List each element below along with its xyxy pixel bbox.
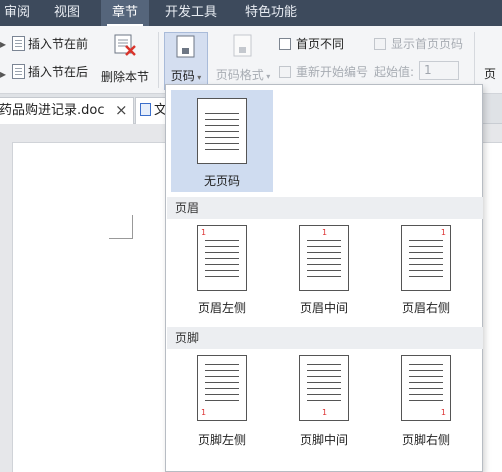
insert-section-after-button[interactable]: 插入节在后	[12, 61, 88, 83]
insert-section-before-button[interactable]: 插入节在前	[12, 33, 88, 55]
menu-view[interactable]: 视图	[44, 0, 90, 26]
header-left-option[interactable]: 1 页眉左侧	[171, 221, 273, 321]
header-right-option[interactable]: 1 页眉右侧	[375, 221, 477, 321]
menu-review[interactable]: 审阅	[0, 0, 34, 26]
menu-special-features[interactable]: 特色功能	[236, 0, 306, 26]
header-left-label: 页眉左侧	[197, 301, 246, 315]
ribbon-separator	[474, 32, 475, 88]
page-number-icon	[176, 35, 196, 59]
show-first-page-number-label: 显示首页页码	[391, 37, 464, 51]
footer-right-option[interactable]: 1 页脚右侧	[375, 351, 477, 451]
restart-numbering-label: 重新开始编号	[296, 65, 369, 79]
close-tab-icon[interactable]: ×	[115, 98, 128, 123]
page-number-format-label: 页码格式 ▾	[215, 68, 271, 82]
header-right-thumbnail: 1	[401, 225, 451, 291]
ribbon-left-arrow-icon: ▸	[0, 37, 7, 51]
insert-section-before-label: 插入节在前	[28, 37, 89, 51]
no-page-number-option[interactable]: 无页码	[171, 90, 273, 192]
first-page-different-label: 首页不同	[296, 37, 345, 51]
checkbox-box	[374, 38, 386, 50]
page-number-label: 页码 ▾	[170, 69, 202, 83]
page-number-dropdown: 无页码 页眉 1 页眉左侧 1 页眉中间 1 页眉右侧 页脚 1 页脚左侧 1 …	[165, 84, 483, 472]
ribbon-separator	[158, 32, 159, 88]
delete-section-icon	[113, 32, 137, 56]
header-right-label: 页眉右侧	[401, 301, 450, 315]
show-first-page-number-checkbox[interactable]: 显示首页页码	[374, 35, 463, 53]
menu-bar: 审阅 视图 章节 开发工具 特色功能	[0, 0, 502, 26]
menu-developer-tools[interactable]: 开发工具	[158, 0, 224, 26]
page-number-button[interactable]: 页码 ▾	[164, 32, 208, 90]
document-tab[interactable]: 药品购进记录.doc ×	[0, 97, 134, 124]
footer-center-label: 页脚中间	[299, 433, 348, 447]
checkbox-box	[279, 38, 291, 50]
footer-left-label: 页脚左侧	[197, 433, 246, 447]
first-page-different-checkbox[interactable]: 首页不同	[279, 35, 344, 53]
page-number-format-icon	[233, 34, 253, 58]
menu-section[interactable]: 章节	[101, 0, 149, 26]
footer-center-option[interactable]: 1 页脚中间	[273, 351, 375, 451]
ribbon-right-cut-label[interactable]: 页	[484, 63, 496, 85]
start-value-input[interactable]: 1	[419, 61, 459, 80]
footer-left-thumbnail: 1	[197, 355, 247, 421]
footer-center-thumbnail: 1	[299, 355, 349, 421]
document-tab-title: 药品购进记录.doc	[0, 103, 105, 118]
footer-right-label: 页脚右侧	[401, 433, 450, 447]
no-page-number-thumbnail	[197, 98, 247, 164]
checkbox-box	[279, 66, 291, 78]
restart-numbering-checkbox[interactable]: 重新开始编号	[279, 63, 368, 81]
no-page-number-label: 无页码	[203, 174, 240, 188]
footer-section-title: 页脚	[167, 327, 483, 349]
delete-section-label: 删除本节	[100, 70, 149, 84]
insert-section-after-label: 插入节在后	[28, 65, 89, 79]
ribbon-left-arrow-icon-2: ▸	[0, 67, 7, 81]
header-section-title: 页眉	[167, 197, 483, 219]
wps-doc-icon	[140, 103, 151, 116]
page-number-format-button[interactable]: 页码格式 ▾	[212, 32, 274, 90]
insert-section-icon	[12, 36, 25, 51]
header-left-thumbnail: 1	[197, 225, 247, 291]
delete-section-button[interactable]: 删除本节	[98, 32, 152, 90]
footer-right-thumbnail: 1	[401, 355, 451, 421]
insert-section-after-icon	[12, 64, 25, 79]
text-margin-marker	[109, 215, 133, 239]
header-center-option[interactable]: 1 页眉中间	[273, 221, 375, 321]
header-center-thumbnail: 1	[299, 225, 349, 291]
header-center-label: 页眉中间	[299, 301, 348, 315]
footer-left-option[interactable]: 1 页脚左侧	[171, 351, 273, 451]
start-value-label: 起始值:	[374, 65, 415, 79]
